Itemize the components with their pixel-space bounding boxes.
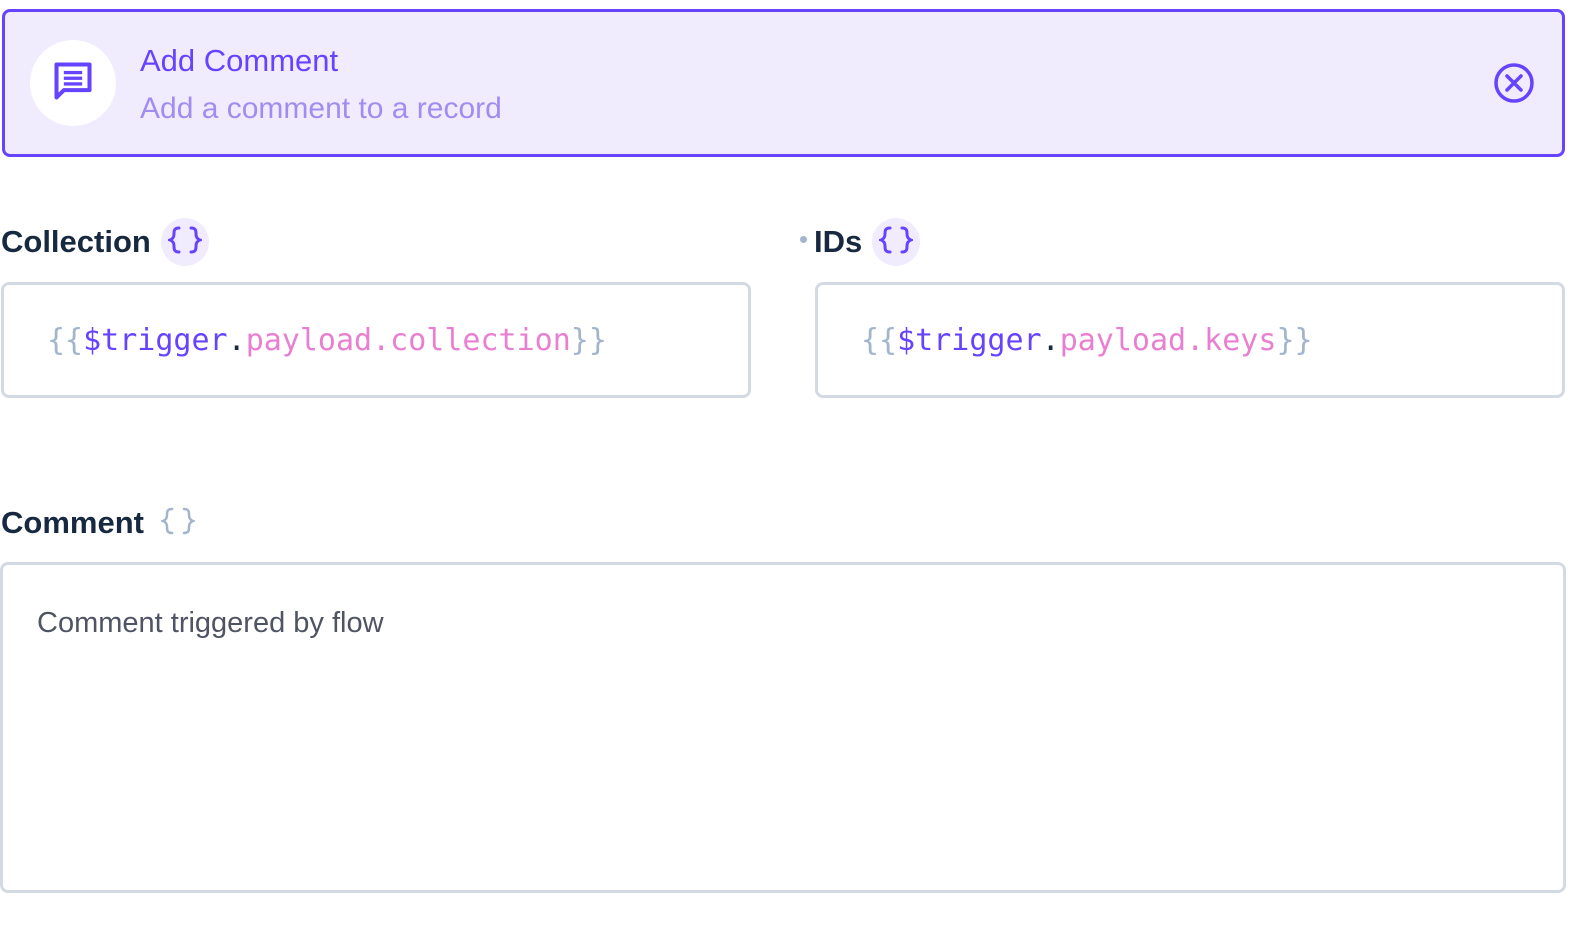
raw-value-braces-icon <box>159 506 197 541</box>
comment-icon-badge <box>30 40 116 126</box>
comment-raw-toggle[interactable] <box>154 499 202 547</box>
raw-value-braces-icon <box>165 225 205 260</box>
required-indicator <box>800 235 807 243</box>
operation-header-card[interactable]: Add Comment Add a comment to a record <box>2 9 1565 157</box>
operation-title: Add Comment <box>140 43 339 78</box>
ids-label: IDs <box>814 224 863 259</box>
template-open-brace: {{ <box>861 322 898 358</box>
comment-label-row: Comment <box>1 498 202 548</box>
close-circle-icon <box>1492 61 1536 110</box>
ids-input[interactable]: {{$trigger. payload.keys}} <box>815 282 1565 398</box>
template-open-brace: {{ <box>47 322 84 358</box>
close-button[interactable] <box>1492 61 1536 110</box>
template-close-brace: }} <box>1276 322 1313 358</box>
template-dot: . <box>1041 322 1060 358</box>
template-trigger: $trigger <box>83 322 228 358</box>
operation-subtitle: Add a comment to a record <box>140 92 502 125</box>
template-path: payload.collection <box>245 322 571 358</box>
comment-icon <box>51 59 95 108</box>
collection-raw-toggle[interactable] <box>160 218 209 266</box>
ids-label-row: IDs <box>800 217 921 267</box>
comment-label: Comment <box>1 505 144 540</box>
operation-panel: Add Comment Add a comment to a record Co… <box>0 0 1586 934</box>
template-close-brace: }} <box>570 322 607 358</box>
collection-label: Collection <box>1 224 151 259</box>
template-trigger: $trigger <box>897 322 1042 358</box>
template-dot: . <box>227 322 246 358</box>
collection-label-row: Collection <box>1 217 209 267</box>
ids-raw-toggle[interactable] <box>872 218 921 266</box>
raw-value-braces-icon <box>876 225 916 260</box>
comment-textarea[interactable]: Comment triggered by flow <box>0 562 1566 893</box>
collection-input[interactable]: {{$trigger. payload.collection}} <box>1 282 751 398</box>
template-path: payload.keys <box>1059 322 1277 358</box>
